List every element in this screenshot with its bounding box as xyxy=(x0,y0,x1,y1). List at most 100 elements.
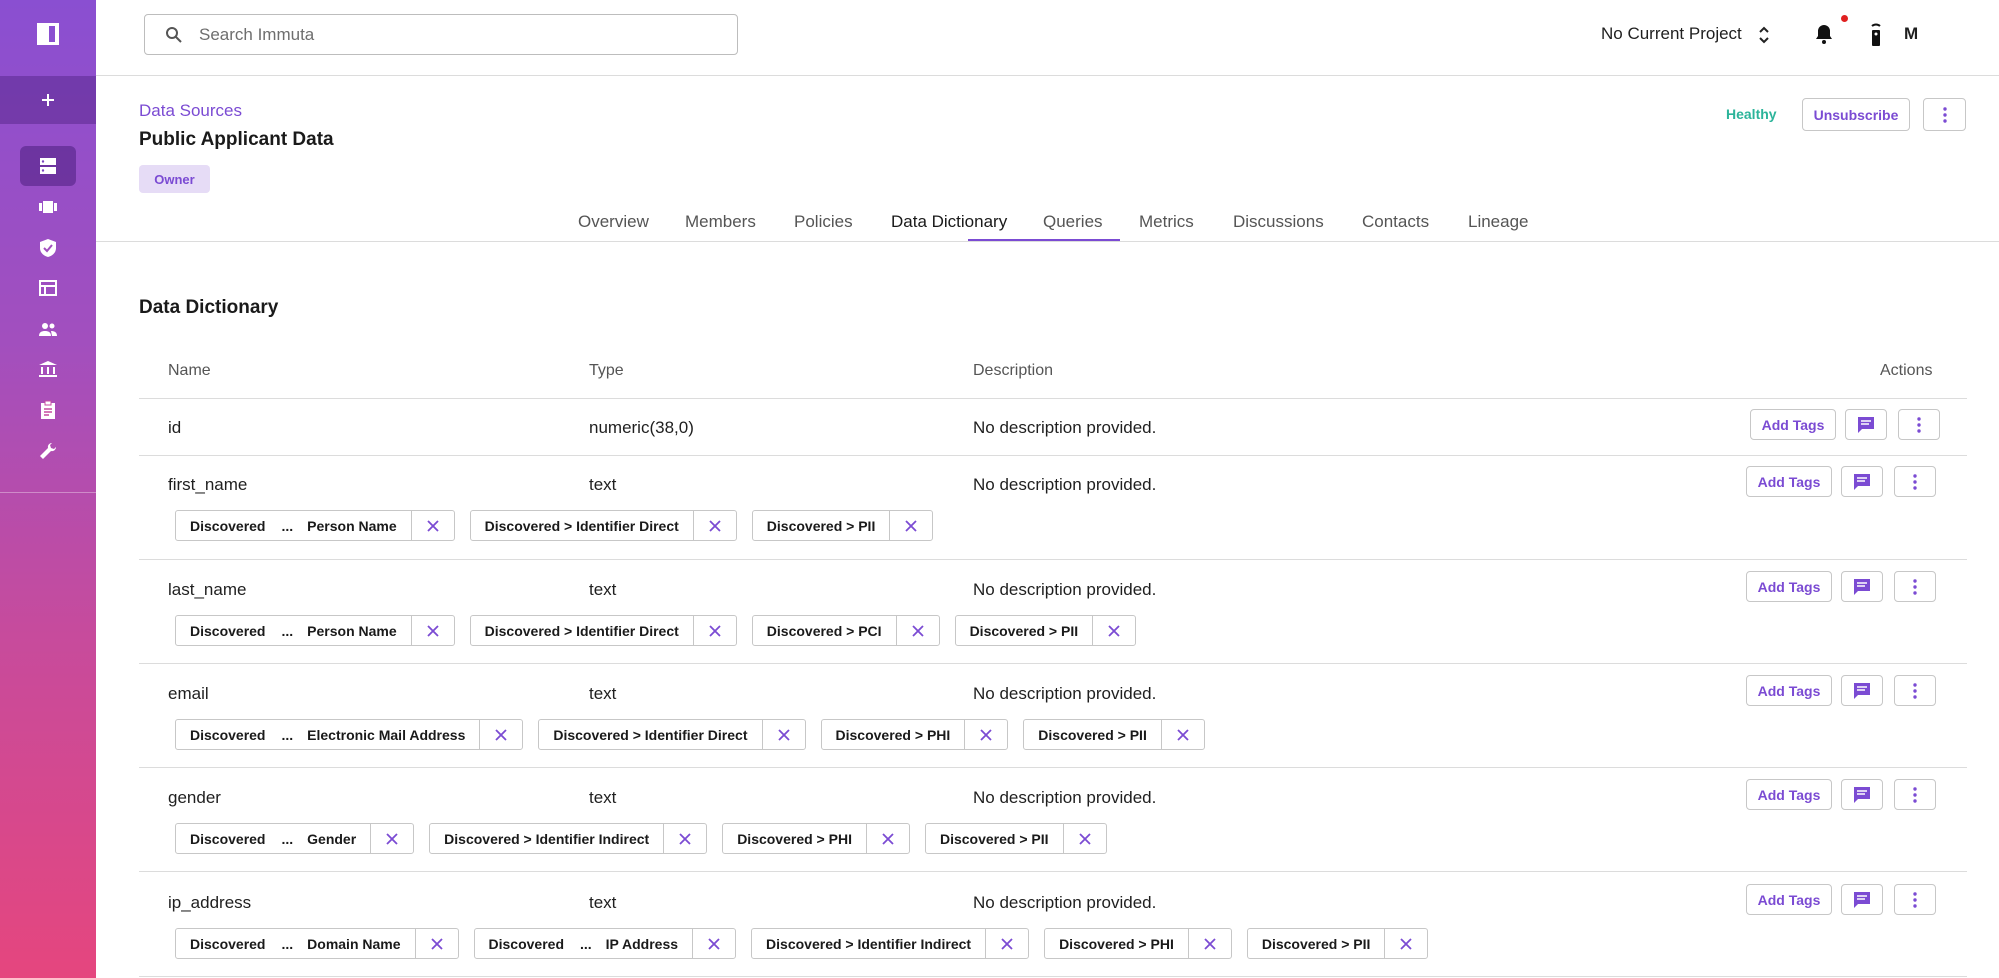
comment-button[interactable] xyxy=(1841,675,1883,706)
column-description[interactable]: No description provided. xyxy=(973,418,1156,438)
sidebar-item-data-sources[interactable] xyxy=(38,156,58,176)
tab-metrics[interactable]: Metrics xyxy=(1139,212,1194,232)
remove-tag-button[interactable] xyxy=(479,720,522,749)
tag-chip[interactable]: Discovered > Identifier Direct xyxy=(538,719,806,750)
tag-chip[interactable]: Discovered > PHI xyxy=(1044,928,1232,959)
tab-overview[interactable]: Overview xyxy=(578,212,649,232)
row-more-button[interactable] xyxy=(1894,884,1936,915)
tag-chip[interactable]: Discovered > PII xyxy=(924,823,1107,854)
tag-chip[interactable]: Discovered... Domain Name xyxy=(175,928,459,959)
add-tags-button[interactable]: Add Tags xyxy=(1746,466,1832,497)
column-description[interactable]: No description provided. xyxy=(973,475,1156,495)
tag-chip[interactable]: Discovered... Gender xyxy=(175,823,415,854)
project-selector[interactable]: No Current Project xyxy=(1601,24,1742,44)
remove-tag-button[interactable] xyxy=(1384,929,1427,958)
column-header-type: Type xyxy=(589,362,624,379)
remove-tag-button[interactable] xyxy=(761,720,805,749)
tab-queries[interactable]: Queries xyxy=(1043,212,1103,232)
column-name: email xyxy=(168,684,209,703)
comment-button[interactable] xyxy=(1841,884,1883,915)
bell-icon[interactable] xyxy=(1812,22,1836,46)
tag-chip[interactable]: Discovered > Identifier Indirect xyxy=(751,928,1030,959)
remove-tag-button[interactable] xyxy=(410,616,454,645)
tag-chip[interactable]: Discovered > PHI xyxy=(820,719,1009,750)
tab-discussions[interactable]: Discussions xyxy=(1233,212,1324,232)
add-button[interactable] xyxy=(0,76,96,124)
comment-button[interactable] xyxy=(1841,779,1883,810)
sidebar-item-tools[interactable] xyxy=(38,441,58,461)
row-more-button[interactable] xyxy=(1894,466,1936,497)
tab-lineage[interactable]: Lineage xyxy=(1468,212,1529,232)
tag-chip[interactable]: Discovered > PHI xyxy=(722,823,910,854)
unfold-icon[interactable] xyxy=(1757,24,1771,46)
tag-chip[interactable]: Discovered > Identifier Indirect xyxy=(429,823,708,854)
sidebar-item-policies[interactable] xyxy=(38,238,58,258)
remove-tag-button[interactable] xyxy=(414,929,458,958)
close-icon xyxy=(1108,624,1120,637)
remove-tag-button[interactable] xyxy=(865,824,909,853)
add-tags-button[interactable]: Add Tags xyxy=(1746,884,1832,915)
top-bar: No Current Project M xyxy=(96,0,1999,76)
comment-button[interactable] xyxy=(1845,409,1887,440)
remove-tag-button[interactable] xyxy=(692,511,736,540)
row-more-button[interactable] xyxy=(1894,779,1936,810)
row-more-button[interactable] xyxy=(1898,409,1940,440)
tag-chip[interactable]: Discovered > Identifier Direct xyxy=(469,615,737,646)
remove-tag-button[interactable] xyxy=(1062,824,1106,853)
remove-tag-button[interactable] xyxy=(663,824,706,853)
remote-icon[interactable] xyxy=(1866,22,1886,48)
remove-tag-button[interactable] xyxy=(964,720,1007,749)
tab-data-dictionary[interactable]: Data Dictionary xyxy=(891,212,1007,232)
column-description[interactable]: No description provided. xyxy=(973,788,1156,808)
tag-chip[interactable]: Discovered > PCI xyxy=(751,615,940,646)
tab-policies[interactable]: Policies xyxy=(794,212,853,232)
tag-chip[interactable]: Discovered > PII xyxy=(1023,719,1205,750)
tag-chip[interactable]: Discovered > PII xyxy=(954,615,1137,646)
comment-button[interactable] xyxy=(1841,466,1883,497)
tag-leaf: IP Address xyxy=(605,935,679,952)
row-more-button[interactable] xyxy=(1894,571,1936,602)
tag-chip[interactable]: Discovered > PII xyxy=(1246,928,1429,959)
close-icon xyxy=(709,519,721,532)
sidebar-item-people[interactable] xyxy=(38,319,58,339)
remove-tag-button[interactable] xyxy=(692,929,735,958)
tag-chip[interactable]: Discovered... Person Name xyxy=(175,615,455,646)
governance-icon xyxy=(39,361,57,377)
tab-members[interactable]: Members xyxy=(685,212,756,232)
header-more-button[interactable] xyxy=(1923,98,1966,131)
sidebar-item-audit[interactable] xyxy=(38,400,58,420)
column-description[interactable]: No description provided. xyxy=(973,684,1156,704)
tag-chip[interactable]: Discovered > PII xyxy=(751,510,934,541)
tag-chip[interactable]: Discovered > Identifier Direct xyxy=(469,510,737,541)
remove-tag-button[interactable] xyxy=(1187,929,1231,958)
remove-tag-button[interactable] xyxy=(985,929,1028,958)
add-tags-button[interactable]: Add Tags xyxy=(1746,675,1832,706)
search-input[interactable] xyxy=(199,24,699,45)
search-box[interactable] xyxy=(144,14,738,55)
add-tags-button[interactable]: Add Tags xyxy=(1750,409,1836,440)
breadcrumb[interactable]: Data Sources xyxy=(139,101,242,121)
tag-chip[interactable]: Discovered... Person Name xyxy=(175,510,455,541)
unsubscribe-button[interactable]: Unsubscribe xyxy=(1802,98,1910,131)
comment-button[interactable] xyxy=(1841,571,1883,602)
remove-tag-button[interactable] xyxy=(692,616,736,645)
remove-tag-button[interactable] xyxy=(1092,616,1135,645)
avatar[interactable]: M xyxy=(1904,24,1918,44)
remove-tag-button[interactable] xyxy=(889,511,932,540)
remove-tag-button[interactable] xyxy=(895,616,939,645)
add-tags-button[interactable]: Add Tags xyxy=(1746,571,1832,602)
remove-tag-button[interactable] xyxy=(410,511,454,540)
tab-contacts[interactable]: Contacts xyxy=(1362,212,1429,232)
column-description[interactable]: No description provided. xyxy=(973,580,1156,600)
add-tags-button[interactable]: Add Tags xyxy=(1746,779,1832,810)
sidebar-item-governance[interactable] xyxy=(38,359,58,379)
sidebar-item-query-editor[interactable] xyxy=(38,278,58,298)
remove-tag-button[interactable] xyxy=(1160,720,1204,749)
tag-chip[interactable]: Discovered... IP Address xyxy=(473,928,737,959)
tag-chip[interactable]: Discovered... Electronic Mail Address xyxy=(175,719,524,750)
remove-tag-button[interactable] xyxy=(370,824,413,853)
logo-icon[interactable] xyxy=(36,22,60,46)
column-description[interactable]: No description provided. xyxy=(973,893,1156,913)
sidebar-item-projects[interactable] xyxy=(38,197,58,217)
row-more-button[interactable] xyxy=(1894,675,1936,706)
